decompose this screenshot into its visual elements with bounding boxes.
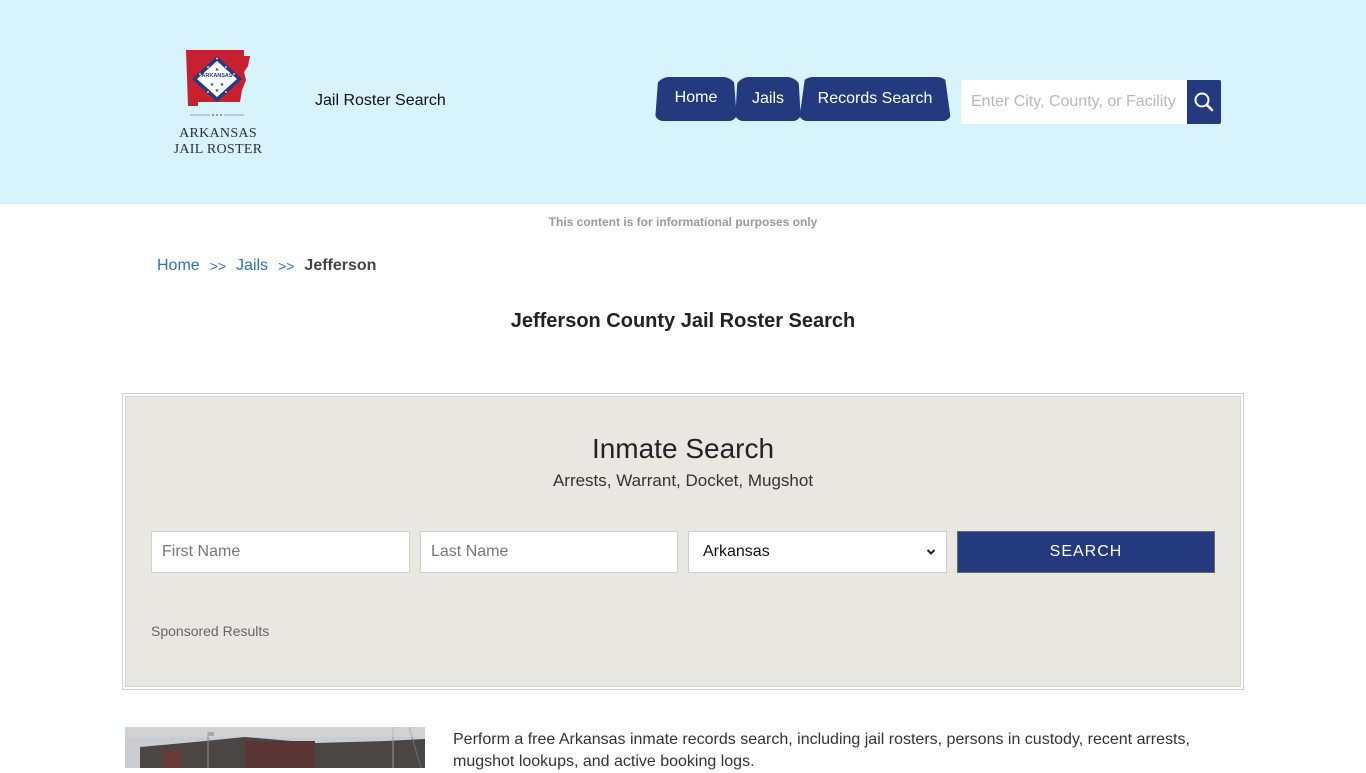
svg-text:ARKANSAS: ARKANSAS xyxy=(201,73,233,79)
main-nav: Home Jails Records Search xyxy=(655,77,951,121)
last-name-input[interactable] xyxy=(420,531,678,573)
page-title: Jefferson County Jail Roster Search xyxy=(510,310,856,332)
search-icon xyxy=(1194,92,1214,112)
breadcrumb-home[interactable]: Home xyxy=(157,257,200,275)
nav-home[interactable]: Home xyxy=(655,77,737,121)
breadcrumb-separator: >> xyxy=(278,258,295,274)
facility-search-input[interactable] xyxy=(961,80,1187,124)
breadcrumb-separator: >> xyxy=(209,258,227,274)
first-name-input[interactable] xyxy=(151,531,410,573)
inmate-search-button[interactable]: SEARCH xyxy=(957,531,1215,573)
state-select-value: Arkansas xyxy=(703,543,770,560)
disclaimer: This content is for informational purpos… xyxy=(548,215,818,229)
logo-line-2: JAIL ROSTER xyxy=(173,142,263,157)
facility-photo xyxy=(125,727,425,768)
inmate-search-subtitle: Arrests, Warrant, Docket, Mugshot xyxy=(552,471,814,490)
nav-jails[interactable]: Jails xyxy=(735,77,801,121)
site-tagline[interactable]: Jail Roster Search xyxy=(315,92,446,110)
breadcrumb-current: Jefferson xyxy=(304,257,377,274)
breadcrumb-jails[interactable]: Jails xyxy=(236,257,268,275)
logo-line-1: ARKANSAS xyxy=(179,126,257,141)
arkansas-flag-map-icon: ARKANSAS ★ ★ ★ ★ xyxy=(186,50,250,116)
facility-search-button[interactable] xyxy=(1187,80,1221,124)
svg-text:★: ★ xyxy=(220,82,225,88)
inmate-search-panel: Inmate Search Arrests, Warrant, Docket, … xyxy=(122,393,1244,690)
state-select[interactable]: Arkansas xyxy=(688,531,947,573)
site-logo[interactable]: ARKANSAS ★ ★ ★ ★ ARKANSAS JAIL ROSTER xyxy=(168,46,268,164)
sponsored-results-label: Sponsored Results xyxy=(151,623,270,639)
breadcrumb: Home >> Jails >> Jefferson xyxy=(157,257,376,275)
facility-search xyxy=(961,80,1221,124)
jail-building-image xyxy=(125,727,425,768)
site-header: ARKANSAS ★ ★ ★ ★ ARKANSAS JAIL ROSTER Ja… xyxy=(0,0,1366,204)
intro-text: Perform a free Arkansas inmate records s… xyxy=(453,731,1190,770)
chevron-down-icon xyxy=(926,549,936,555)
svg-text:★: ★ xyxy=(215,67,220,73)
inmate-search-title: Inmate Search xyxy=(591,433,775,464)
svg-text:★: ★ xyxy=(215,88,220,94)
nav-records-search[interactable]: Records Search xyxy=(799,77,951,121)
logo-wordmark: ARKANSAS JAIL ROSTER xyxy=(168,126,268,158)
